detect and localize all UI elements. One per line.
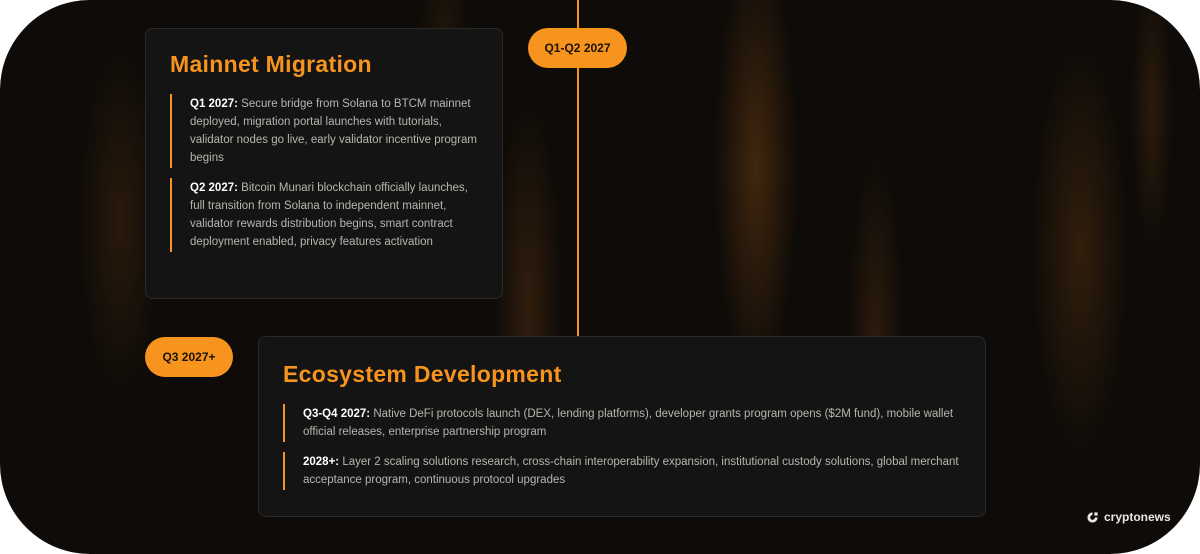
phase-title: Mainnet Migration — [170, 51, 372, 77]
phase-entry: Q2 2027: Bitcoin Munari blockchain offic… — [170, 178, 478, 252]
cryptonews-logo-icon — [1087, 511, 1098, 523]
entry-label: 2028+: — [303, 456, 340, 468]
cryptonews-watermark: cryptonews — [1086, 510, 1171, 524]
entry-label: Q2 2027: — [190, 182, 238, 194]
entry-label: Q3-Q4 2027: — [303, 408, 371, 420]
entry-text: Native DeFi protocols launch (DEX, lendi… — [303, 408, 954, 438]
entry-label: Q1 2027: — [190, 98, 238, 110]
phase-badge-q1-q2-2027: Q1-Q2 2027 — [528, 28, 627, 68]
phase-entry: Q3-Q4 2027: Native DeFi protocols launch… — [283, 404, 961, 442]
entry-text: Layer 2 scaling solutions research, cros… — [303, 456, 959, 486]
phase-badge-q3-2027-plus: Q3 2027+ — [145, 337, 233, 377]
phase-card-ecosystem-development: Ecosystem Development Q3-Q4 2027: Native… — [258, 336, 986, 517]
phase-title: Ecosystem Development — [283, 361, 562, 387]
phase-entry: Q1 2027: Secure bridge from Solana to BT… — [170, 94, 478, 168]
phase-entry: 2028+: Layer 2 scaling solutions researc… — [283, 452, 961, 490]
phase-card-mainnet-migration: Mainnet Migration Q1 2027: Secure bridge… — [145, 28, 503, 299]
watermark-text: cryptonews — [1104, 510, 1171, 524]
timeline-frame: Q1-Q2 2027 Mainnet Migration Q1 2027: Se… — [0, 0, 1200, 554]
